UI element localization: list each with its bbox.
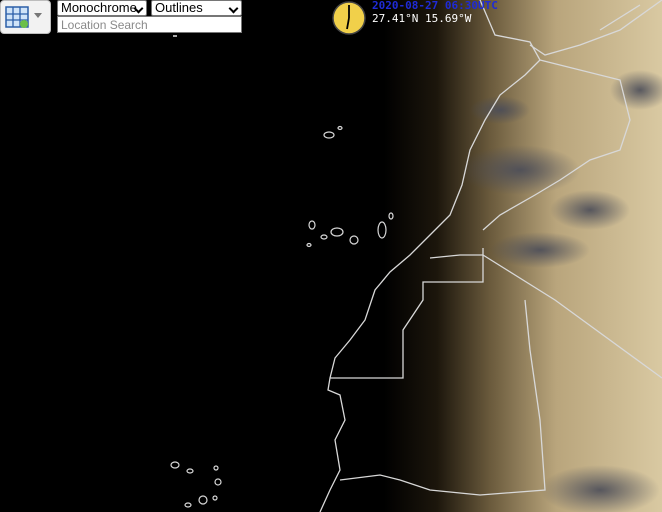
overlay-select[interactable]: Outlines — [151, 0, 242, 16]
location-search-input[interactable] — [57, 16, 242, 33]
map-grid-icon — [5, 6, 29, 28]
overlay-select-value: Outlines — [155, 0, 203, 15]
divider-mark — [173, 35, 177, 37]
clock-icon — [332, 1, 366, 35]
product-select[interactable]: Monochrome — [57, 0, 147, 16]
cursor-coordinates: 27.41°N 15.69°W — [372, 12, 472, 25]
layer-menu-button[interactable] — [0, 0, 51, 34]
chevron-down-icon — [34, 13, 42, 18]
chevron-down-icon — [228, 3, 239, 14]
satellite-map[interactable] — [0, 0, 662, 512]
timestamp-label: 2020-08-27 06:30UTC — [372, 0, 498, 12]
product-select-value: Monochrome — [61, 0, 137, 15]
